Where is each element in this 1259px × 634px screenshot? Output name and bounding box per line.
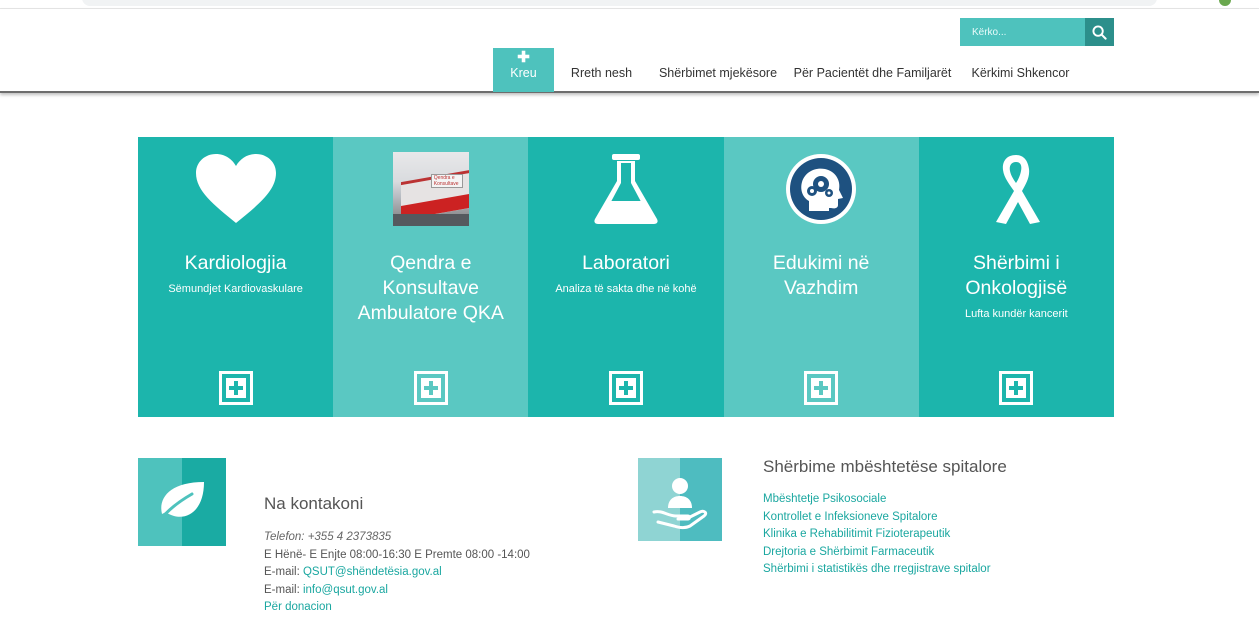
email-link-info[interactable]: info@qsut.gov.al (303, 584, 388, 596)
service-link-psychosocial[interactable]: Mbështetje Psikosociale (763, 491, 1123, 509)
contact-email-row-1: E-mail: QSUT@shëndetësia.gov.al (264, 564, 584, 582)
search-input[interactable] (960, 18, 1085, 46)
flask-icon (594, 154, 658, 224)
service-link-infection-control[interactable]: Kontrollet e Infeksioneve Spitalore (763, 509, 1123, 527)
support-services-section: Shërbime mbështetëse spitalore Mbështetj… (763, 457, 1123, 579)
contact-email-row-2: E-mail: info@qsut.gov.al (264, 582, 584, 600)
nav-item-patients-families[interactable]: Për Pacientët dhe Familjarët (787, 48, 958, 92)
tile-oncology[interactable]: Shërbimi i Onkologjisë Lufta kundër kanc… (918, 137, 1114, 417)
site-header: ✚ Kreu Rreth nesh Shërbimet mjekësore Pë… (0, 9, 1259, 93)
heart-icon (195, 154, 276, 223)
tile-outpatient-center[interactable]: Qendra e Konsultave Qendra e Konsultave … (333, 137, 529, 417)
plus-icon (811, 378, 832, 398)
tile-title: Qendra e Konsultave Ambulatore QKA (357, 252, 504, 324)
browser-top-strip (0, 0, 1259, 9)
plus-icon: ✚ (517, 49, 530, 66)
nav-item-medical-services[interactable]: Shërbimet mjekësore (649, 48, 787, 92)
tile-plus-button[interactable] (413, 371, 448, 405)
nav-home-label: Kreu (510, 66, 537, 80)
tile-subtitle: Sëmundjet Kardiovaskulare (168, 283, 303, 295)
contact-donation-row: Për donacion (264, 599, 584, 617)
contact-section: Na kontakoni Telefon: +355 4 2373835 E H… (264, 494, 584, 617)
leaf-icon (138, 458, 226, 546)
plus-icon (1006, 378, 1027, 398)
tile-continuing-education[interactable]: Edukimi në Vazhdim (723, 137, 919, 417)
email-link-qsut[interactable]: QSUT@shëndetësia.gov.al (303, 566, 442, 578)
contact-hours: E Hënë- E Enjte 08:00-16:30 E Premte 08:… (264, 548, 530, 561)
ribbon-icon (996, 155, 1041, 224)
contact-heading: Na kontakoni (264, 494, 364, 513)
tile-subtitle: Analiza të sakta dhe në kohë (555, 283, 697, 295)
photo-sign: Qendra e Konsultave (430, 174, 463, 188)
contact-phone: Telefon: +355 4 2373835 (264, 531, 392, 543)
services-heading: Shërbime mbështetëse spitalore (763, 457, 1007, 476)
search-icon (1092, 24, 1107, 40)
search-box (960, 18, 1114, 46)
contact-icon-box (138, 458, 226, 546)
service-link-pharmacy[interactable]: Drejtoria e Shërbimit Farmaceutik (763, 544, 1123, 562)
tile-laboratory[interactable]: Laboratori Analiza të sakta dhe në kohë (528, 137, 724, 417)
plus-icon (225, 378, 246, 398)
search-button[interactable] (1085, 18, 1114, 46)
extension-icon[interactable] (1219, 0, 1231, 6)
tile-title: Shërbimi i Onkologjisë (965, 252, 1068, 299)
tile-plus-button[interactable] (608, 371, 643, 405)
tile-subtitle: Lufta kundër kancerit (964, 308, 1068, 320)
nav-item-research[interactable]: Kërkimi Shkencor (958, 48, 1083, 92)
plus-icon (615, 378, 636, 398)
tile-title: Laboratori (582, 252, 670, 274)
tile-plus-button[interactable] (218, 371, 253, 405)
tile-title: Edukimi në Vazhdim (772, 252, 870, 299)
brain-gears-icon (786, 154, 857, 224)
email-label: E-mail: (264, 566, 303, 578)
building-photo: Qendra e Konsultave (392, 152, 469, 226)
service-tiles: Kardiologjia Sëmundjet Kardiovaskulare Q… (138, 137, 1114, 417)
address-bar[interactable] (82, 0, 1157, 6)
care-hand-icon (638, 458, 722, 541)
nav-item-about[interactable]: Rreth nesh (554, 48, 649, 92)
service-link-statistics[interactable]: Shërbimi i statistikës dhe rregjistrave … (763, 561, 1123, 579)
nav-home[interactable]: ✚ Kreu (493, 48, 554, 92)
plus-icon (420, 378, 441, 398)
email-label: E-mail: (264, 583, 303, 596)
tile-plus-button[interactable] (999, 371, 1034, 405)
service-link-rehabilitation[interactable]: Klinika e Rehabilitimit Fizioterapeutik (763, 526, 1123, 544)
tile-plus-button[interactable] (804, 371, 839, 405)
services-icon-box (638, 458, 722, 541)
main-nav: ✚ Kreu Rreth nesh Shërbimet mjekësore Pë… (493, 48, 1083, 92)
tile-title: Kardiologjia (184, 252, 287, 274)
donation-link[interactable]: Për donacion (264, 601, 332, 613)
tile-cardiology[interactable]: Kardiologjia Sëmundjet Kardiovaskulare (138, 137, 334, 417)
